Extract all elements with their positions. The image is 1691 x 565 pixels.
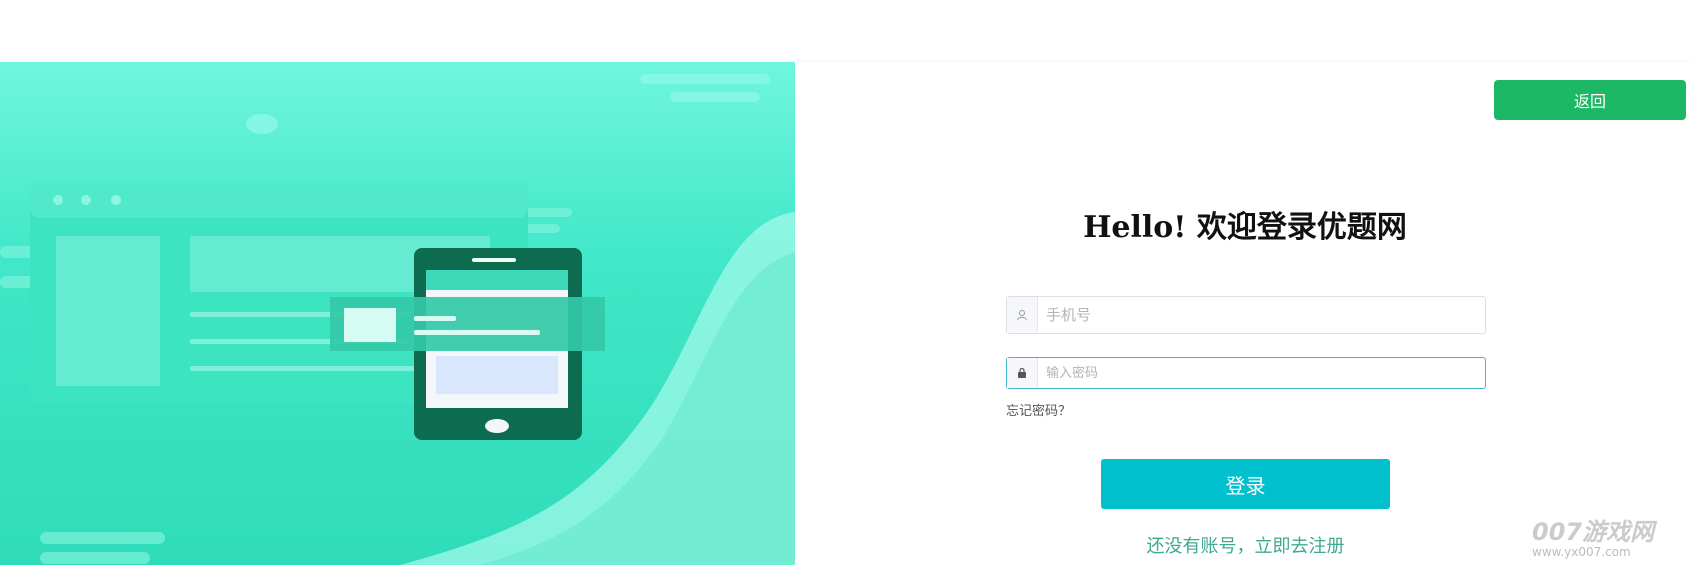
password-field	[1006, 357, 1486, 389]
cloud-shape	[670, 92, 760, 102]
cloud-shape	[40, 532, 165, 544]
password-input[interactable]	[1038, 358, 1485, 388]
phone-home-button-shape	[485, 419, 509, 433]
back-button[interactable]: 返回	[1494, 80, 1686, 120]
top-bar	[0, 0, 1691, 60]
lock-icon	[1007, 358, 1038, 388]
login-button[interactable]: 登录	[1101, 459, 1390, 509]
phone-screen-header-shape	[426, 270, 568, 290]
window-dot-shape	[81, 195, 91, 205]
watermark-brand: 007游戏网	[1532, 518, 1655, 546]
card-line-shape	[414, 330, 540, 335]
phone-field	[1006, 296, 1486, 334]
hero-illustration	[0, 62, 795, 565]
illustration-graphic	[0, 74, 795, 565]
cloud-shape	[40, 552, 150, 564]
forgot-password-link[interactable]: 忘记密码？	[1006, 400, 1071, 419]
sidebar-block-shape	[56, 236, 160, 386]
phone-speaker-shape	[472, 258, 516, 262]
cloud-shape	[246, 114, 278, 134]
window-dot-shape	[111, 195, 121, 205]
cloud-shape	[640, 74, 770, 84]
phone-card-shape	[436, 356, 558, 394]
user-icon	[1007, 297, 1038, 333]
card-line-shape	[414, 316, 456, 321]
watermark-url: www.yx007.com	[1532, 545, 1631, 559]
card-thumbnail-shape	[344, 308, 396, 342]
phone-input[interactable]	[1038, 297, 1485, 333]
register-link[interactable]: 还没有账号，立即去注册	[1101, 532, 1390, 558]
window-dot-shape	[53, 195, 63, 205]
watermark-logo: 007游戏网 www.yx007.com	[1532, 512, 1691, 565]
browser-titlebar-shape	[30, 182, 528, 218]
page-title: Hello! 欢迎登录优题网	[1083, 210, 1407, 245]
